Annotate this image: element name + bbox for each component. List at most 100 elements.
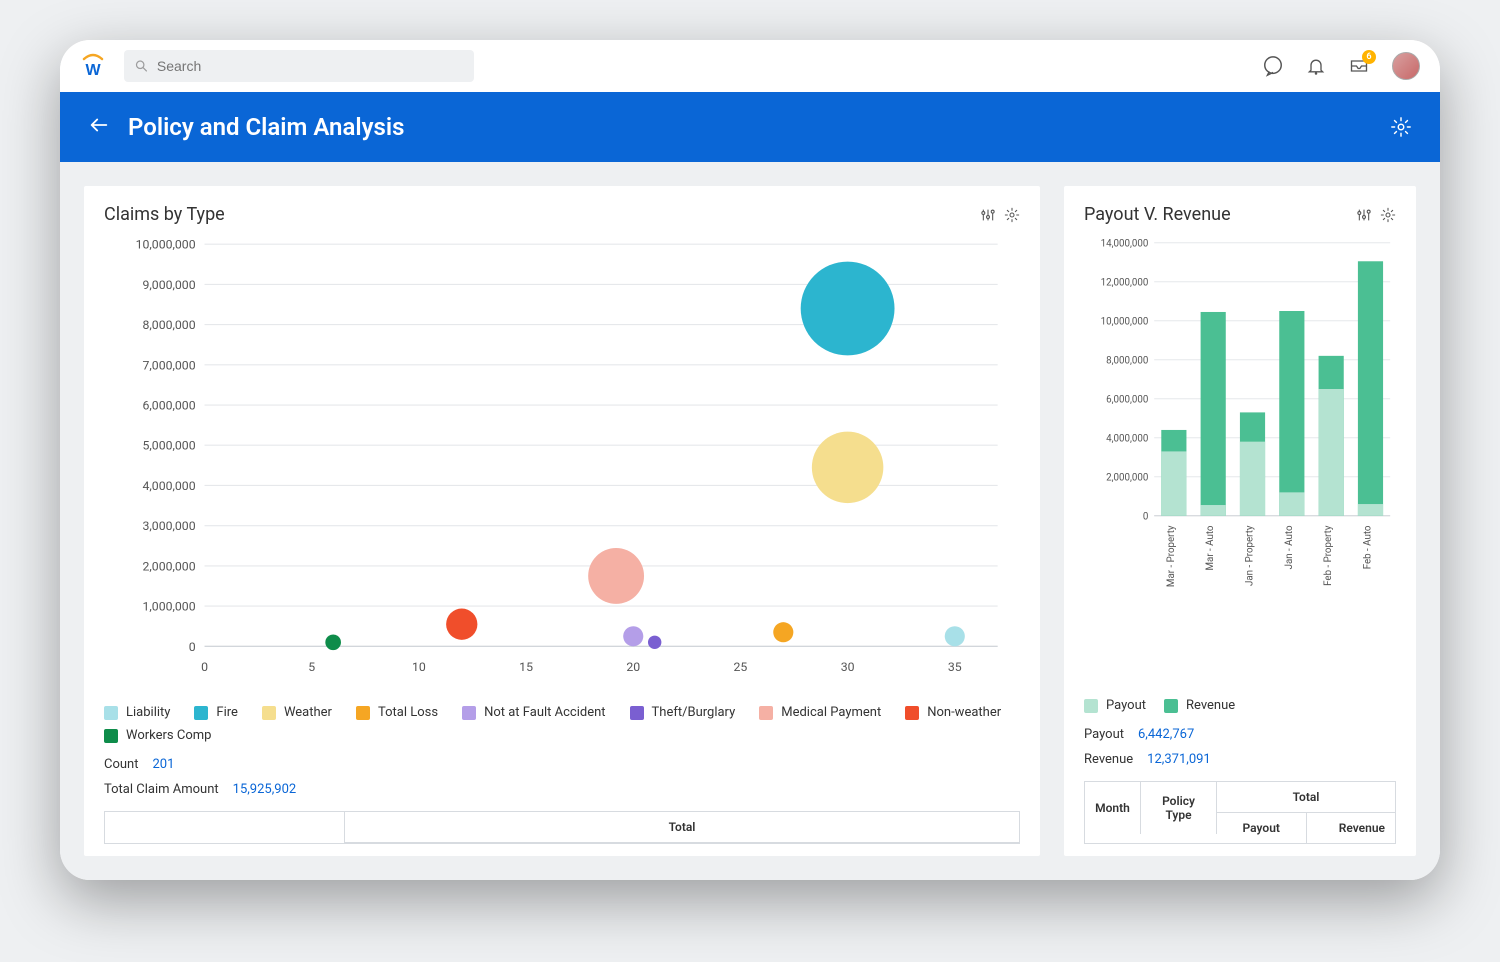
payout-table-header: Month Policy Type Total Payout Revenue [1084, 781, 1396, 844]
svg-text:10,000,000: 10,000,000 [1101, 317, 1149, 328]
legend-swatch [104, 706, 118, 720]
legend-item[interactable]: Total Loss [356, 705, 438, 720]
svg-text:3,000,000: 3,000,000 [143, 519, 196, 533]
user-avatar[interactable] [1392, 52, 1420, 80]
gear-icon[interactable] [1380, 207, 1396, 223]
svg-text:Feb - Property: Feb - Property [1323, 525, 1334, 586]
svg-text:0: 0 [189, 640, 196, 654]
legend-label: Revenue [1186, 698, 1235, 713]
svg-text:25: 25 [734, 660, 748, 674]
legend-label: Medical Payment [781, 705, 881, 720]
payout-bar-chart[interactable]: 0 2,000,000 4,000,000 6,000,000 8,000,000 10,… [1084, 233, 1396, 686]
page-settings-icon[interactable] [1390, 116, 1412, 138]
back-button[interactable] [88, 114, 110, 140]
legend-swatch [462, 706, 476, 720]
legend-item[interactable]: Liability [104, 705, 170, 720]
legend-swatch [194, 706, 208, 720]
svg-text:Feb - Auto: Feb - Auto [1362, 525, 1373, 569]
search-input[interactable] [157, 58, 464, 74]
chat-icon[interactable] [1262, 55, 1284, 77]
svg-text:7,000,000: 7,000,000 [143, 358, 196, 372]
legend-label: Non-weather [927, 705, 1001, 720]
legend-label: Not at Fault Accident [484, 705, 605, 720]
svg-text:8,000,000: 8,000,000 [1106, 356, 1148, 367]
revenue-summary: Revenue 12,371,091 [1084, 752, 1396, 767]
legend-label: Liability [126, 705, 170, 720]
svg-text:4,000,000: 4,000,000 [1106, 434, 1148, 445]
payout-revenue-card: Payout V. Revenue 02,000,0004,000,0006,0… [1064, 186, 1416, 856]
legend-label: Total Loss [378, 705, 438, 720]
svg-text:2,000,000: 2,000,000 [1106, 473, 1148, 484]
search-icon [134, 58, 149, 74]
svg-text:W: W [85, 62, 101, 79]
app-frame: W 6 Policy and Claim Analysis [60, 40, 1440, 880]
payout-summary: Payout 6,442,767 [1084, 727, 1396, 742]
filter-icon[interactable] [1356, 207, 1372, 223]
claims-bubble-chart[interactable]: 0 1,000,000 2,000,000 3,000,000 4,000,000 5,0… [104, 233, 1020, 687]
legend-swatch [905, 706, 919, 720]
legend-item[interactable]: Medical Payment [759, 705, 881, 720]
svg-text:Jan - Auto: Jan - Auto [1284, 525, 1295, 569]
card-title: Claims by Type [104, 204, 225, 225]
svg-text:2,000,000: 2,000,000 [143, 559, 196, 573]
svg-text:30: 30 [841, 660, 855, 674]
legend-item[interactable]: Payout [1084, 698, 1146, 713]
claims-by-type-card: Claims by Type 0 1,000,000 2,000,000 3,000,… [84, 186, 1040, 856]
legend-item[interactable]: Weather [262, 705, 332, 720]
svg-text:14,000,000: 14,000,000 [1101, 239, 1149, 250]
legend-item[interactable]: Theft/Burglary [630, 705, 736, 720]
svg-text:35: 35 [948, 660, 962, 674]
svg-text:8,000,000: 8,000,000 [143, 318, 196, 332]
notifications-icon[interactable] [1306, 55, 1326, 77]
svg-text:5: 5 [308, 660, 315, 674]
workday-logo[interactable]: W [80, 53, 106, 79]
svg-text:Mar - Property: Mar - Property [1166, 525, 1177, 587]
svg-text:1,000,000: 1,000,000 [143, 600, 196, 614]
svg-text:Mar - Auto: Mar - Auto [1205, 525, 1216, 570]
legend-item[interactable]: Workers Comp [104, 728, 211, 743]
payout-legend: Payout Revenue [1084, 698, 1396, 713]
claims-legend: Liability Fire Weather Total Loss Not at Fau… [104, 705, 1020, 743]
topbar: W 6 [60, 40, 1440, 92]
legend-item[interactable]: Non-weather [905, 705, 1001, 720]
svg-text:10,000,000: 10,000,000 [136, 238, 196, 252]
content-area: Claims by Type 0 1,000,000 2,000,000 3,000,… [60, 162, 1440, 880]
claims-table-header: Total [104, 811, 1020, 844]
svg-text:5,000,000: 5,000,000 [143, 439, 196, 453]
page-title: Policy and Claim Analysis [128, 113, 404, 141]
legend-label: Workers Comp [126, 728, 211, 743]
gear-icon[interactable] [1004, 207, 1020, 223]
legend-swatch [356, 706, 370, 720]
svg-text:4,000,000: 4,000,000 [143, 479, 196, 493]
total-amount-summary: Total Claim Amount 15,925,902 [104, 782, 1020, 797]
legend-item[interactable]: Revenue [1164, 698, 1235, 713]
legend-label: Theft/Burglary [652, 705, 736, 720]
page-header: Policy and Claim Analysis [60, 92, 1440, 162]
filter-icon[interactable] [980, 207, 996, 223]
svg-text:Jan - Property: Jan - Property [1245, 525, 1256, 586]
count-summary: Count 201 [104, 757, 1020, 772]
legend-swatch [104, 729, 118, 743]
svg-text:20: 20 [626, 660, 640, 674]
svg-text:9,000,000: 9,000,000 [143, 278, 196, 292]
legend-label: Weather [284, 705, 332, 720]
legend-swatch [1084, 699, 1098, 713]
svg-text:6,000,000: 6,000,000 [143, 398, 196, 412]
legend-item[interactable]: Not at Fault Accident [462, 705, 605, 720]
inbox-icon[interactable]: 6 [1348, 56, 1370, 76]
svg-text:12,000,000: 12,000,000 [1101, 278, 1149, 289]
legend-swatch [1164, 699, 1178, 713]
legend-label: Payout [1106, 698, 1146, 713]
svg-text:10: 10 [412, 660, 426, 674]
svg-text:0: 0 [201, 660, 208, 674]
svg-text:0: 0 [1143, 512, 1148, 523]
legend-item[interactable]: Fire [194, 705, 238, 720]
inbox-badge: 6 [1362, 50, 1376, 64]
legend-swatch [262, 706, 276, 720]
search-box[interactable] [124, 50, 474, 82]
svg-text:15: 15 [519, 660, 533, 674]
legend-label: Fire [216, 705, 238, 720]
legend-swatch [759, 706, 773, 720]
svg-text:6,000,000: 6,000,000 [1106, 395, 1148, 406]
legend-swatch [630, 706, 644, 720]
